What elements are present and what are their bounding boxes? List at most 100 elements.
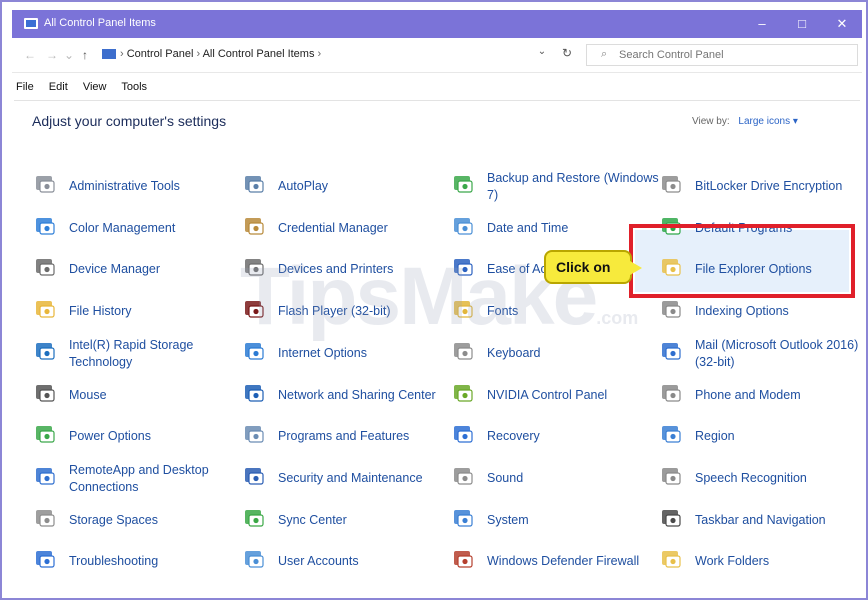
cp-item-label: Storage Spaces xyxy=(69,512,158,527)
search-input[interactable] xyxy=(617,47,851,63)
taskbar-navigation-icon xyxy=(660,507,682,529)
firewall-icon xyxy=(452,548,474,570)
cp-item-label: Windows Defender Firewall xyxy=(487,554,640,569)
menu-view[interactable]: View xyxy=(83,81,107,93)
storage-spaces-icon xyxy=(34,507,56,529)
view-by: View by: Large icons ▾ xyxy=(692,116,798,127)
breadcrumb-sep: › xyxy=(120,48,127,60)
view-by-dropdown[interactable]: Large icons ▾ xyxy=(738,116,798,127)
cp-item-troubleshooting[interactable]: Troubleshooting xyxy=(34,543,234,581)
maximize-button[interactable]: □ xyxy=(782,10,822,38)
remoteapp-icon xyxy=(34,465,56,487)
recent-dropdown-icon[interactable]: ⌄ xyxy=(64,48,74,62)
cp-item-device-manager[interactable]: Device Manager xyxy=(34,251,234,289)
mail-icon xyxy=(660,340,682,362)
mouse-icon xyxy=(34,382,56,404)
up-icon[interactable]: ↑ xyxy=(82,48,88,62)
indexing-options-icon xyxy=(660,298,682,320)
watermark-suffix: .com xyxy=(596,308,639,328)
address-bar: ← → ⌄ ↑ › Control Panel › All Control Pa… xyxy=(12,38,862,73)
cp-item-admin-tools[interactable]: Administrative Tools xyxy=(34,168,234,206)
menu-bar: File Edit View Tools xyxy=(16,81,159,97)
cp-item-label: Power Options xyxy=(69,429,151,444)
breadcrumb: › Control Panel › All Control Panel Item… xyxy=(120,48,321,60)
cp-item-speech-recognition[interactable]: Speech Recognition xyxy=(660,460,860,498)
cp-item-label: Troubleshooting xyxy=(69,554,159,569)
cp-item-color-management[interactable]: Color Management xyxy=(34,210,234,248)
cp-item-nvidia[interactable]: NVIDIA Control Panel xyxy=(452,377,652,415)
backup-restore-icon xyxy=(452,173,474,195)
security-maintenance-icon xyxy=(243,465,265,487)
user-accounts-icon xyxy=(243,548,265,570)
cp-item-label: System xyxy=(487,512,529,527)
cp-item-mouse[interactable]: Mouse xyxy=(34,377,234,415)
cp-item-power-options[interactable]: Power Options xyxy=(34,418,234,456)
cp-item-label: Recovery xyxy=(487,429,540,444)
cp-item-intel-storage[interactable]: Intel(R) Rapid Storage Technology xyxy=(34,335,234,373)
cp-item-security-maintenance[interactable]: Security and Maintenance xyxy=(243,460,443,498)
cp-item-mail[interactable]: Mail (Microsoft Outlook 2016) (32-bit) xyxy=(660,335,860,373)
cp-item-label: Speech Recognition xyxy=(695,470,807,485)
address-dropdown-icon[interactable]: ⌄ xyxy=(532,46,552,62)
cp-item-date-time[interactable]: Date and Time xyxy=(452,210,652,248)
cp-item-file-history[interactable]: File History xyxy=(34,293,234,331)
menu-edit[interactable]: Edit xyxy=(49,81,68,93)
cp-item-programs-features[interactable]: Programs and Features xyxy=(243,418,443,456)
highlight-box xyxy=(629,224,855,298)
cp-item-label: Mail (Microsoft Outlook 2016) (32-bit) xyxy=(695,337,859,369)
menu-file[interactable]: File xyxy=(16,81,34,93)
minimize-button[interactable]: – xyxy=(742,10,782,38)
cp-item-label: NVIDIA Control Panel xyxy=(487,387,608,402)
cp-item-indexing-options[interactable]: Indexing Options xyxy=(660,293,860,331)
device-manager-icon xyxy=(34,256,56,278)
cp-item-phone-modem[interactable]: Phone and Modem xyxy=(660,377,860,415)
programs-features-icon xyxy=(243,423,265,445)
cp-item-system[interactable]: System xyxy=(452,502,652,540)
date-time-icon xyxy=(452,215,474,237)
cp-item-work-folders[interactable]: Work Folders xyxy=(660,543,860,581)
page-heading: Adjust your computer's settings xyxy=(32,113,227,129)
menu-tools[interactable]: Tools xyxy=(121,81,147,93)
cp-item-backup-restore[interactable]: Backup and Restore (Windows 7) xyxy=(452,168,659,206)
cp-item-sound[interactable]: Sound xyxy=(452,460,652,498)
bitlocker-icon xyxy=(660,173,682,195)
cp-item-credential-manager[interactable]: Credential Manager xyxy=(243,210,443,248)
cp-item-user-accounts[interactable]: User Accounts xyxy=(243,543,443,581)
cp-item-label: Color Management xyxy=(69,220,176,235)
cp-item-label: Credential Manager xyxy=(278,220,388,235)
cp-item-firewall[interactable]: Windows Defender Firewall xyxy=(452,543,652,581)
forward-icon[interactable]: → xyxy=(46,48,58,62)
close-button[interactable]: ✕ xyxy=(822,10,862,38)
window-title: All Control Panel Items xyxy=(44,17,156,29)
cp-item-label: File History xyxy=(69,304,132,319)
network-sharing-icon xyxy=(243,382,265,404)
intel-storage-icon xyxy=(34,340,56,362)
recovery-icon xyxy=(452,423,474,445)
cp-item-sync-center[interactable]: Sync Center xyxy=(243,502,443,540)
view-by-label: View by: xyxy=(692,116,730,127)
cp-item-label: User Accounts xyxy=(278,554,359,569)
breadcrumb-control-panel[interactable]: Control Panel xyxy=(127,48,194,60)
cp-item-network-sharing[interactable]: Network and Sharing Center xyxy=(243,377,443,415)
cp-item-remoteapp[interactable]: RemoteApp and Desktop Connections xyxy=(34,460,234,498)
cp-item-taskbar-navigation[interactable]: Taskbar and Navigation xyxy=(660,502,860,540)
search-box[interactable]: ⌕ xyxy=(586,44,858,66)
cp-item-bitlocker[interactable]: BitLocker Drive Encryption xyxy=(660,168,860,206)
cp-item-label: Region xyxy=(695,429,735,444)
cp-item-region[interactable]: Region xyxy=(660,418,860,456)
cp-item-label: Mouse xyxy=(69,387,107,402)
search-icon: ⌕ xyxy=(601,48,608,60)
breadcrumb-all-items[interactable]: All Control Panel Items xyxy=(203,48,315,60)
cp-item-autoplay[interactable]: AutoPlay xyxy=(243,168,443,206)
cp-item-label: Sync Center xyxy=(278,512,347,527)
nvidia-icon xyxy=(452,382,474,404)
cp-item-label: Indexing Options xyxy=(695,304,789,319)
sync-center-icon xyxy=(243,507,265,529)
cp-item-storage-spaces[interactable]: Storage Spaces xyxy=(34,502,234,540)
refresh-icon[interactable]: ↻ xyxy=(557,46,577,62)
cp-item-label: Administrative Tools xyxy=(69,179,180,193)
back-icon[interactable]: ← xyxy=(24,48,36,62)
cp-item-recovery[interactable]: Recovery xyxy=(452,418,652,456)
file-history-icon xyxy=(34,298,56,320)
cp-item-label: Phone and Modem xyxy=(695,387,801,402)
